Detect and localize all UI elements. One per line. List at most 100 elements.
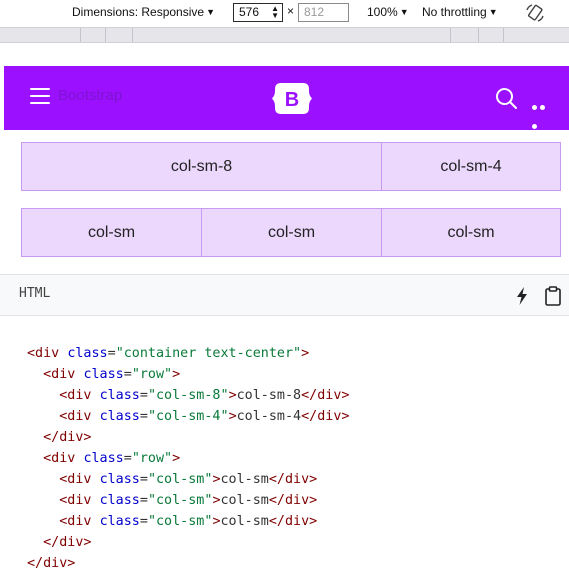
search-icon[interactable] <box>494 86 518 110</box>
code-token: <div <box>27 451 84 466</box>
code-token: class <box>83 367 124 382</box>
code-token: class <box>99 493 140 508</box>
code-line: <div class="col-sm-8">col-sm-8</div> <box>27 388 350 404</box>
grid-cell: col-sm-4 <box>381 142 561 191</box>
code-token: </div> <box>27 430 92 445</box>
code-token: class <box>99 409 140 424</box>
code-token: = <box>107 346 116 361</box>
code-token: class <box>99 514 140 529</box>
code-token: <div <box>27 346 68 361</box>
code-token: = <box>139 388 148 403</box>
code-token: "col-sm-8" <box>147 388 229 403</box>
media-query-ruler <box>0 27 569 43</box>
throttling-value: No throttling <box>422 5 487 19</box>
code-token: <div <box>27 409 100 424</box>
bootstrap-logo[interactable]: B <box>272 83 312 114</box>
code-token: <div <box>27 367 84 382</box>
lightning-icon[interactable] <box>515 287 529 305</box>
code-token: </div> <box>27 535 92 550</box>
code-token: = <box>139 514 148 529</box>
code-token: "col-sm" <box>147 472 213 487</box>
code-token: <div <box>27 514 100 529</box>
code-language-label: HTML <box>19 286 51 301</box>
code-block: <div class="container text-center"> <div… <box>0 316 569 574</box>
site-navbar: Bootstrap B <box>4 66 569 130</box>
grid-cell: col-sm <box>381 208 561 257</box>
code-token: "col-sm" <box>147 493 213 508</box>
brand-letter: B <box>285 89 299 111</box>
code-token: <div <box>27 493 100 508</box>
dimensions-label: Dimensions: Responsive <box>72 5 205 19</box>
code-token: = <box>123 367 132 382</box>
code-token: class <box>83 451 124 466</box>
caret-down-icon: ▼ <box>488 7 498 17</box>
code-token: "col-sm" <box>147 514 213 529</box>
navbar-ghost-text: Bootstrap <box>58 87 123 104</box>
code-token: > <box>172 451 181 466</box>
code-header: HTML <box>0 275 569 316</box>
caret-down-icon: ▼ <box>399 7 409 17</box>
throttling-dropdown[interactable]: No throttling ▼ <box>422 4 498 21</box>
rotate-device-icon[interactable] <box>524 2 546 24</box>
width-input[interactable]: 576 ▲ ▼ <box>233 3 283 22</box>
code-token: class <box>99 472 140 487</box>
code-token: </div> <box>27 556 76 571</box>
code-token: col-sm <box>220 514 269 529</box>
grid-cell: col-sm <box>201 208 382 257</box>
code-token: class <box>99 388 140 403</box>
code-line: <div class="row"> <box>27 367 180 383</box>
code-token: > <box>301 346 310 361</box>
code-token: > <box>212 472 221 487</box>
code-token: = <box>139 472 148 487</box>
zoom-dropdown[interactable]: 100% ▼ <box>367 4 409 21</box>
code-line: </div> <box>27 430 92 446</box>
code-token: "container text-center" <box>115 346 302 361</box>
code-token: </div> <box>268 514 318 529</box>
zoom-value: 100% <box>367 5 398 19</box>
caret-down-icon: ▼ <box>206 7 215 17</box>
code-token: col-sm <box>220 472 269 487</box>
code-line: </div> <box>27 556 75 572</box>
spinner-arrows-icon[interactable]: ▲ ▼ <box>271 5 279 20</box>
code-token: <div <box>27 388 100 403</box>
code-line: </div> <box>27 535 92 551</box>
code-token: > <box>212 514 221 529</box>
clipboard-icon[interactable] <box>544 286 562 306</box>
code-token: </div> <box>301 409 350 424</box>
code-token: > <box>172 367 181 382</box>
code-token: "row" <box>131 367 173 382</box>
code-line: <div class="row"> <box>27 451 180 467</box>
height-input[interactable]: 812 <box>298 3 349 22</box>
grid-example: col-sm-8 col-sm-4 col-sm col-sm col-sm <box>0 130 569 274</box>
code-token: col-sm-4 <box>236 409 302 424</box>
code-token: </div> <box>268 472 318 487</box>
code-token: = <box>123 451 132 466</box>
code-line: <div class="col-sm-4">col-sm-4</div> <box>27 409 350 425</box>
code-token: = <box>139 493 148 508</box>
code-token: class <box>67 346 108 361</box>
code-token: <div <box>27 472 100 487</box>
more-options-icon[interactable] <box>532 95 554 129</box>
code-token: = <box>139 409 148 424</box>
code-line: <div class="col-sm">col-sm</div> <box>27 493 317 509</box>
code-line: <div class="container text-center"> <box>27 346 309 362</box>
code-token: col-sm <box>220 493 269 508</box>
grid-cell: col-sm <box>21 208 202 257</box>
times-separator: × <box>287 4 295 18</box>
code-token: "col-sm-4" <box>147 409 229 424</box>
code-token: </div> <box>268 493 318 508</box>
code-token: col-sm-8 <box>236 388 302 403</box>
code-line: <div class="col-sm">col-sm</div> <box>27 514 317 530</box>
grid-cell: col-sm-8 <box>21 142 382 191</box>
responsive-toolbar: Dimensions: Responsive ▼ 576 ▲ ▼ × 812 100… <box>0 0 569 27</box>
code-line: <div class="col-sm">col-sm</div> <box>27 472 317 488</box>
code-token: > <box>228 388 237 403</box>
height-placeholder: 812 <box>304 5 325 19</box>
width-value: 576 <box>239 5 260 19</box>
dimensions-dropdown[interactable]: Dimensions: Responsive ▼ <box>72 4 215 21</box>
code-token: > <box>212 493 221 508</box>
menu-icon[interactable] <box>30 88 50 106</box>
code-token: > <box>228 409 237 424</box>
code-token: </div> <box>301 388 350 403</box>
code-token: "row" <box>131 451 173 466</box>
